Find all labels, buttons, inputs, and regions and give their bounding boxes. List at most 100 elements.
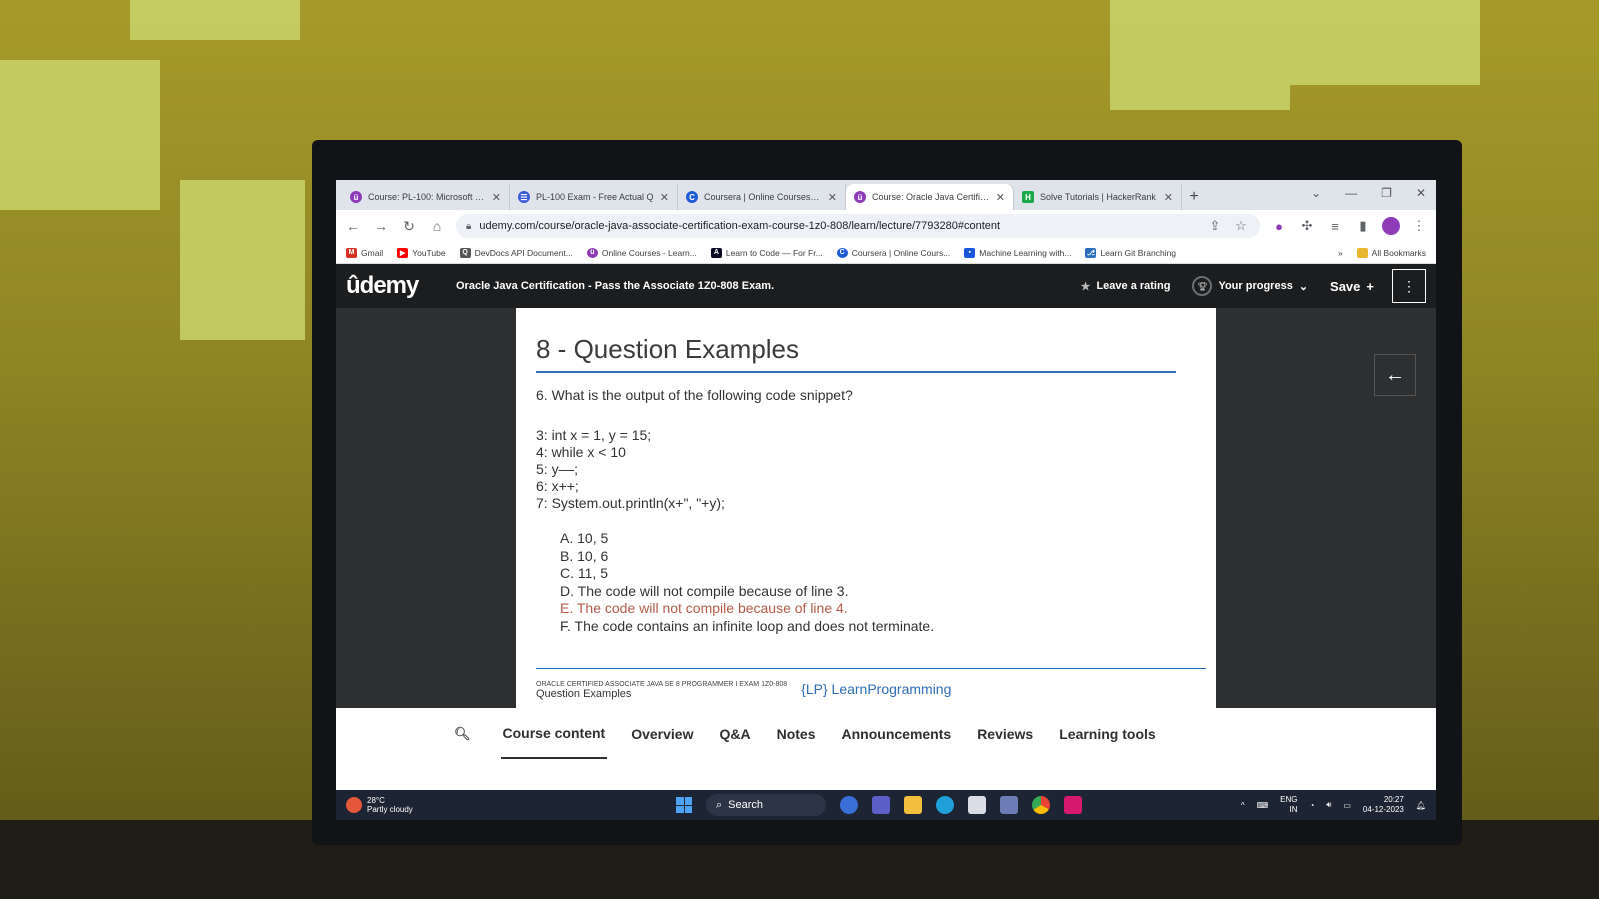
- snipping-tool-icon[interactable]: [1000, 796, 1018, 814]
- share-icon[interactable]: ⇪: [1206, 218, 1224, 234]
- browser-tab[interactable]: H Solve Tutorials | HackerRank ✕: [1014, 184, 1182, 210]
- chrome-icon[interactable]: [1032, 796, 1050, 814]
- lecture-player[interactable]: 8 - Question Examples 6. What is the out…: [336, 308, 1436, 708]
- coursera-icon: C: [836, 247, 848, 258]
- bookmark-label: Online Courses - Learn...: [601, 247, 697, 258]
- url-text[interactable]: udemy.com/course/oracle-java-associate-c…: [479, 220, 1198, 232]
- tab-qa[interactable]: Q&A: [717, 710, 752, 758]
- browser-tab[interactable]: ü Course: PL-100: Microsoft Po ✕: [342, 184, 510, 210]
- chevron-up-icon[interactable]: ^: [1241, 801, 1245, 810]
- store-icon[interactable]: [968, 796, 986, 814]
- bookmark-coursera[interactable]: C Coursera | Online Cours...: [836, 247, 950, 258]
- tab-course-content[interactable]: Course content: [500, 709, 608, 759]
- home-icon[interactable]: ⌂: [428, 218, 446, 234]
- notification-bell-icon[interactable]: 🔔︎: [1416, 801, 1426, 810]
- slide-footer: ORACLE CERTIFIED ASSOCIATE JAVA SE 8 PRO…: [536, 668, 1206, 700]
- tab-reviews[interactable]: Reviews: [975, 710, 1035, 758]
- answer-option: A. 10, 5: [560, 530, 609, 546]
- new-tab-button[interactable]: +: [1182, 184, 1206, 210]
- udemy-favicon-icon: ü: [854, 191, 866, 203]
- wifi-icon[interactable]: ◔: [1309, 801, 1314, 810]
- weather-text: 28°C Partly cloudy: [367, 796, 413, 814]
- volume-icon[interactable]: 🔊︎: [1326, 800, 1331, 810]
- taskbar-search-label: Search: [728, 799, 764, 811]
- kebab-menu-icon[interactable]: ⋮: [1410, 218, 1428, 234]
- minimize-icon[interactable]: —: [1345, 186, 1357, 200]
- windows-start-icon[interactable]: [676, 797, 692, 813]
- exam-caption: ORACLE CERTIFIED ASSOCIATE JAVA SE 8 PRO…: [536, 681, 788, 688]
- taskbar-search[interactable]: ⌕ Search: [706, 794, 826, 816]
- bookmark-gmail[interactable]: M Gmail: [346, 247, 383, 258]
- leave-rating-label: Leave a rating: [1096, 280, 1171, 292]
- keyboard-icon[interactable]: ⌨: [1257, 801, 1269, 810]
- all-bookmarks-folder[interactable]: All Bookmarks: [1356, 247, 1426, 258]
- more-bookmarks-icon[interactable]: »: [1338, 248, 1343, 258]
- more-options-button[interactable]: ⋮: [1392, 269, 1426, 303]
- answer-option: B. 10, 6: [560, 547, 609, 564]
- browser-tab[interactable]: ☰ PL-100 Exam - Free Actual Q ✕: [510, 184, 678, 210]
- address-bar[interactable]: 🔒︎ udemy.com/course/oracle-java-associat…: [456, 214, 1260, 238]
- lock-icon: 🔒︎: [466, 220, 472, 232]
- side-panel-icon[interactable]: ▮: [1354, 218, 1372, 234]
- bookmark-freecodecamp[interactable]: A Learn to Code — For Fr...: [710, 247, 823, 258]
- tab-search-icon[interactable]: ⌄: [1311, 186, 1321, 200]
- tab-label: PL-100 Exam - Free Actual Q: [536, 192, 654, 202]
- forward-icon[interactable]: →: [372, 218, 390, 234]
- close-window-icon[interactable]: ✕: [1416, 186, 1426, 200]
- browser-tab-bar: ü Course: PL-100: Microsoft Po ✕ ☰ PL-10…: [336, 180, 1436, 210]
- intellij-icon[interactable]: [1064, 796, 1082, 814]
- browser-tab-active[interactable]: ü Course: Oracle Java Certificat ✕: [846, 184, 1014, 210]
- language-indicator[interactable]: ENG IN: [1280, 795, 1297, 815]
- answer-option: F. The code contains an infinite loop an…: [560, 617, 935, 634]
- tab-announcements[interactable]: Announcements: [840, 710, 954, 758]
- plus-icon: +: [1366, 278, 1374, 294]
- bookmark-udemy[interactable]: ü Online Courses - Learn...: [586, 247, 697, 258]
- tab-learning-tools[interactable]: Learning tools: [1057, 710, 1157, 758]
- bookmark-machine-learning[interactable]: ▪ Machine Learning with...: [964, 247, 1071, 258]
- bookmark-star-icon[interactable]: ☆: [1232, 218, 1250, 234]
- close-icon[interactable]: ✕: [660, 191, 669, 204]
- battery-icon[interactable]: ▭: [1343, 801, 1351, 810]
- lecture-slide: 8 - Question Examples 6. What is the out…: [516, 308, 1216, 708]
- teams-icon[interactable]: [872, 796, 890, 814]
- close-icon[interactable]: ✕: [492, 191, 501, 204]
- back-icon[interactable]: ←: [344, 218, 362, 234]
- chevron-down-icon: ⌄: [1298, 280, 1309, 293]
- file-explorer-icon[interactable]: [904, 796, 922, 814]
- leave-rating-button[interactable]: ★ Leave a rating: [1081, 280, 1171, 293]
- copilot-icon[interactable]: [840, 796, 858, 814]
- bookmark-devdocs[interactable]: Q DevDocs API Document...: [459, 247, 573, 258]
- puzzle-icon[interactable]: ✣: [1298, 218, 1316, 234]
- reading-list-icon[interactable]: ≡: [1326, 219, 1344, 234]
- bookmark-youtube[interactable]: ▶ YouTube: [397, 247, 446, 258]
- freecodecamp-icon: A: [710, 247, 722, 258]
- bookmark-label: Learn Git Branching: [1100, 247, 1177, 258]
- expand-sidebar-button[interactable]: ←: [1374, 354, 1416, 396]
- edge-icon[interactable]: [936, 796, 954, 814]
- weather-widget[interactable]: 28°C Partly cloudy: [346, 796, 676, 814]
- coursera-favicon-icon: C: [686, 191, 698, 203]
- screen: ü Course: PL-100: Microsoft Po ✕ ☰ PL-10…: [336, 180, 1436, 820]
- close-icon[interactable]: ✕: [828, 191, 837, 204]
- extension-icon[interactable]: ●: [1270, 219, 1288, 234]
- your-progress-button[interactable]: 🏆︎ Your progress ⌄: [1192, 276, 1308, 296]
- bookmark-learn-git[interactable]: ⎇ Learn Git Branching: [1085, 247, 1177, 258]
- save-button[interactable]: Save +: [1330, 279, 1374, 294]
- answer-option: E. The code will not compile because of …: [560, 600, 848, 616]
- clock[interactable]: 20:27 04-12-2023: [1363, 795, 1404, 815]
- maximize-icon[interactable]: ❐: [1381, 186, 1392, 200]
- tab-label: Solve Tutorials | HackerRank: [1040, 192, 1156, 202]
- tab-label: Course: PL-100: Microsoft Po: [368, 192, 486, 202]
- code-line: 3: int x = 1, y = 15;: [536, 427, 652, 443]
- tab-notes[interactable]: Notes: [775, 710, 818, 758]
- udemy-logo[interactable]: ûdemy: [346, 272, 456, 300]
- question-text: 6. What is the output of the following c…: [536, 387, 853, 403]
- reload-icon[interactable]: ↻: [400, 218, 418, 235]
- code-line: 5: y––;: [536, 461, 579, 477]
- browser-tab[interactable]: C Coursera | Online Courses Fro ✕: [678, 184, 846, 210]
- tab-overview[interactable]: Overview: [629, 710, 695, 758]
- search-icon[interactable]: 🔍︎: [454, 726, 471, 742]
- close-icon[interactable]: ✕: [996, 191, 1005, 204]
- profile-avatar[interactable]: [1382, 217, 1400, 235]
- close-icon[interactable]: ✕: [1164, 191, 1173, 204]
